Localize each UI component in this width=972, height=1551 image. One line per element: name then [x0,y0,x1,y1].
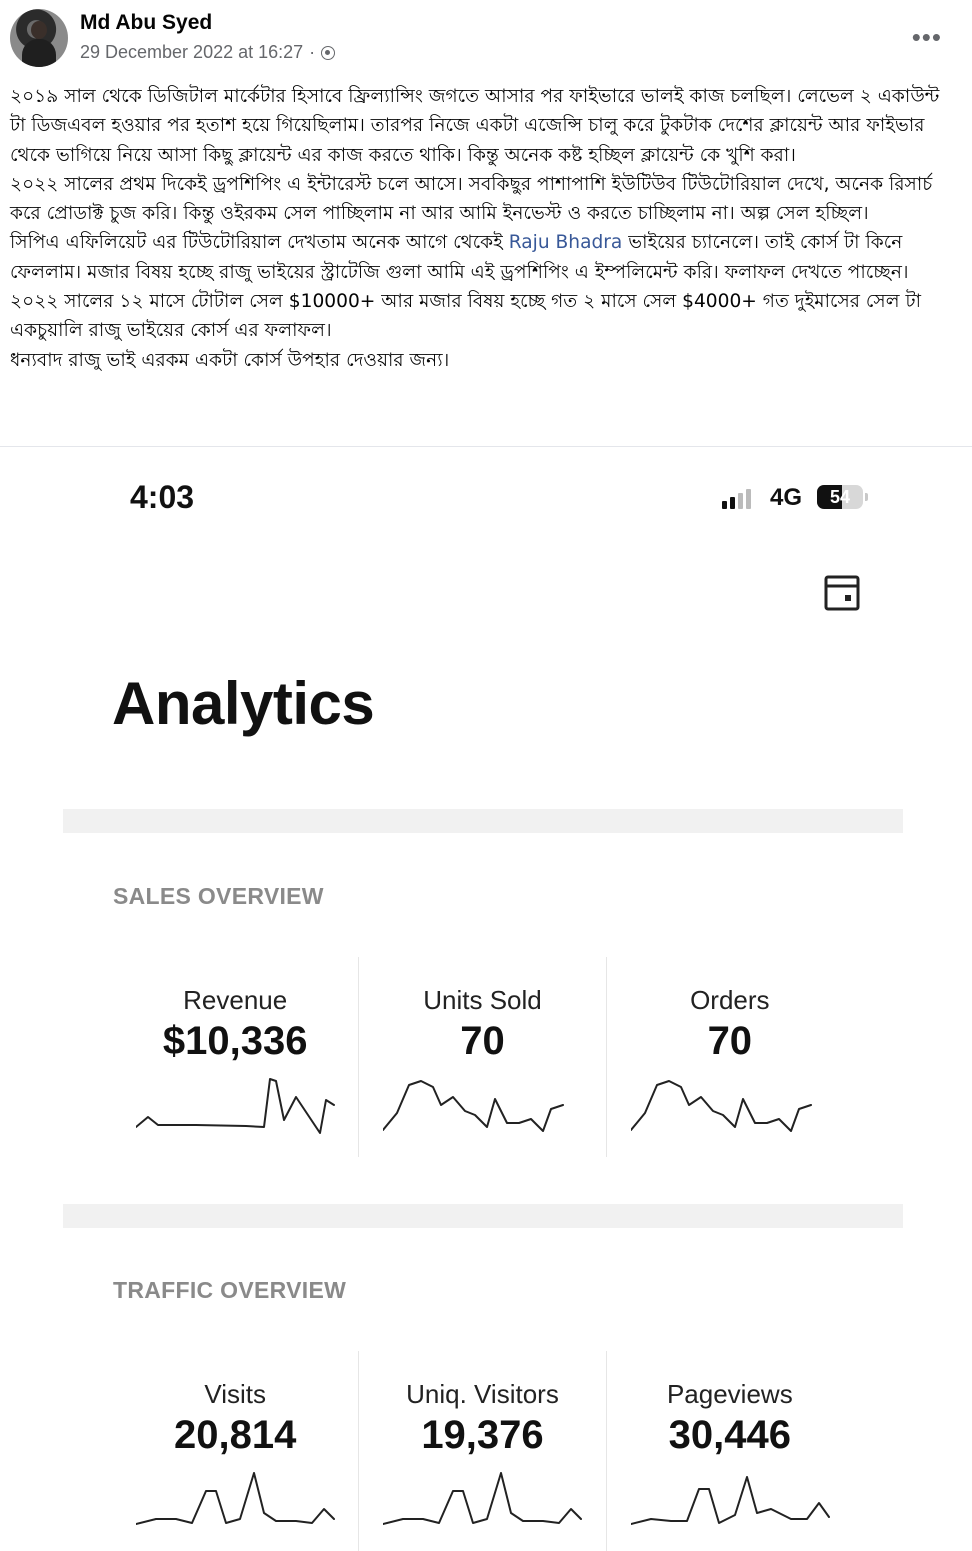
metric-value: 30,446 [668,1413,791,1457]
page-title: Analytics [112,670,375,737]
post-paragraph-2: ২০২২ সালের প্রথম দিকেই ড্রপশিপিং এ ইন্টা… [10,173,933,225]
sales-metrics: Revenue $10,336 Units Sold 70 Orders 70 [112,957,853,1157]
mention-link[interactable]: Raju Bhadra [509,232,623,253]
metric-revenue[interactable]: Revenue $10,336 [112,957,358,1157]
metric-label: Pageviews [666,1379,793,1409]
avatar-head [31,21,47,39]
metric-value: 20,814 [173,1413,297,1457]
author-name[interactable]: Md Abu Syed [80,11,212,35]
avatar-body [22,39,56,67]
signal-icon [722,487,751,509]
metric-value: $10,336 [162,1019,308,1063]
revenue-sparkline [136,1078,335,1134]
pageviews-sparkline [630,1476,830,1525]
globe-icon[interactable] [321,45,336,60]
metric-label: Visits [204,1379,266,1409]
post-paragraph-4: ধন্যবাদ রাজু ভাই এরকম একটা কোর্স উপহার দ… [10,349,450,371]
section-band [63,809,903,833]
post-paragraph-1: ২০১৯ সাল থেকে ডিজিটাল মার্কেটার হিসাবে ফ… [10,86,940,166]
unique-visitors-sparkline [383,1472,583,1525]
metric-label: Units Sold [423,985,542,1015]
metric-value: 70 [460,1019,505,1063]
post-text: ২০১৯ সাল থেকে ডিজিটাল মার্কেটার হিসাবে ফ… [10,82,960,375]
more-options-button[interactable]: ••• [912,22,942,53]
avatar[interactable] [10,9,68,67]
meta-separator: · [309,42,316,62]
metric-unique-visitors[interactable]: Uniq. Visitors 19,376 [358,1351,605,1551]
units-sold-sparkline [383,1080,565,1132]
post-header: Md Abu Syed 29 December 2022 at 16:27 · … [0,0,972,76]
metric-label: Uniq. Visitors [406,1379,559,1409]
traffic-overview-heading: TRAFFIC OVERVIEW [113,1277,347,1303]
sales-overview-heading: SALES OVERVIEW [113,883,324,909]
metric-value: 19,376 [421,1413,544,1457]
section-band [63,1204,903,1228]
storefront-icon[interactable] [824,575,860,611]
metric-orders[interactable]: Orders 70 [605,957,853,1157]
battery-tip [865,493,868,501]
post-meta: 29 December 2022 at 16:27 · [80,42,336,63]
orders-sparkline [630,1080,812,1132]
post-timestamp[interactable]: 29 December 2022 at 16:27 [80,42,303,63]
battery-icon: 54 [817,485,863,509]
metric-pageviews[interactable]: Pageviews 30,446 [605,1351,853,1551]
visits-sparkline [136,1472,335,1525]
post-paragraph-3-start: সিপিএ এফিলিয়েট এর টিউটোরিয়াল দেখতাম অন… [10,232,509,254]
metric-label: Orders [690,985,770,1015]
metric-units-sold[interactable]: Units Sold 70 [358,957,605,1157]
traffic-metrics: Visits 20,814 Uniq. Visitors 19,376 Page… [112,1351,853,1551]
metric-value: 70 [707,1019,753,1063]
status-time: 4:03 [130,479,195,515]
metric-visits[interactable]: Visits 20,814 [112,1351,358,1551]
metric-label: Revenue [183,985,288,1015]
battery-percent: 54 [829,487,851,507]
post-paragraph-3: সিপিএ এফিলিয়েট এর টিউটোরিয়াল দেখতাম অন… [10,228,960,345]
network-type: 4G [770,484,803,511]
attached-screenshot[interactable]: 4:03 4G 54 Analytics SALES OVERVIEW Reve… [0,447,972,1551]
